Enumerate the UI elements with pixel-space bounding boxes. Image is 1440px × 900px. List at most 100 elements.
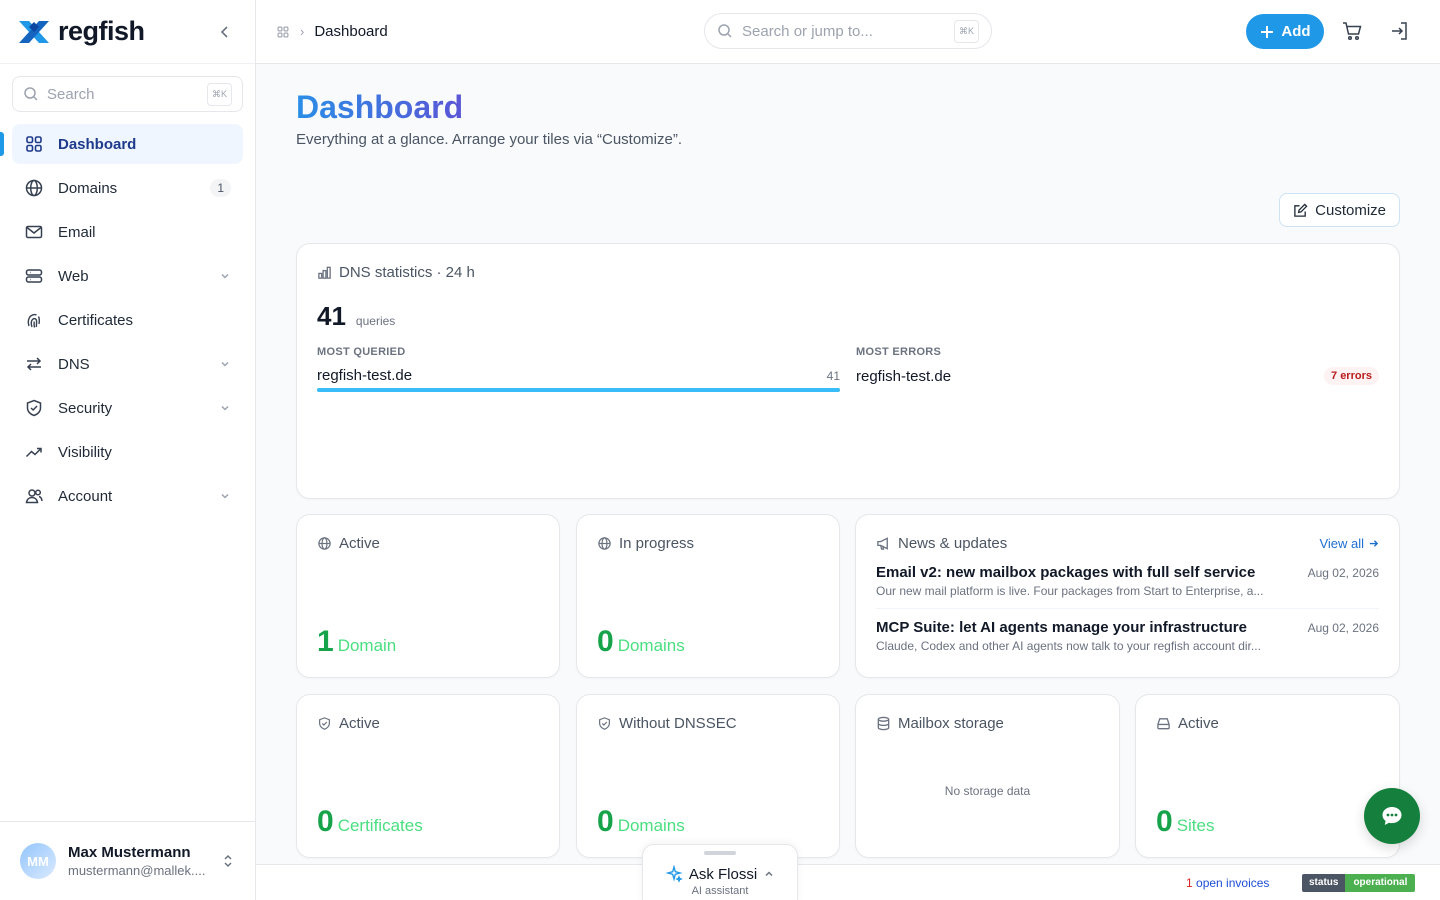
sidebar-item-dashboard[interactable]: Dashboard [0,124,243,164]
open-invoices-link[interactable]: 1 open invoices [1186,876,1269,890]
users-icon [25,489,43,504]
logout-button[interactable] [1387,18,1413,44]
card-title: Active [339,535,380,552]
sidebar-item-label: Domains [58,179,118,197]
sidebar-item-security[interactable]: Security [12,388,243,428]
most-errors-column: MOST ERRORS regfish-test.de 7 errors [856,346,1379,392]
in-progress-domains-tile[interactable]: In progress 0 Domains [576,514,840,678]
database-icon [877,716,890,731]
query-unit: queries [355,314,396,328]
mailbox-storage-tile[interactable]: Mailbox storage No storage data [855,694,1120,858]
brand-bar: regfish [0,0,255,64]
status-label: status [1302,874,1346,892]
sidebar: regfish Search ⌘K Dashboard Domains 1 Em… [0,0,256,900]
chevron-up-icon [765,871,773,877]
stat-value: 0 Sites [1156,805,1214,839]
card-header: Active [1156,715,1379,732]
stat-unit: Certificates [337,816,423,835]
news-body: Email v2: new mailbox packages with full… [876,564,1296,598]
stat-unit: Sites [1176,816,1215,835]
user-menu[interactable]: MM Max Mustermann mustermann@mallek.... [0,821,255,900]
sidebar-search[interactable]: Search ⌘K [12,76,243,112]
globe-icon [598,537,611,550]
regfish-logo[interactable]: regfish [16,16,145,47]
view-all-label: View all [1319,536,1364,551]
domains-count-badge: 1 [210,179,231,197]
sidebar-item-visibility[interactable]: Visibility [12,432,243,472]
globe-icon [25,179,43,197]
arrows-exchange-icon [26,357,42,371]
drag-handle[interactable] [704,851,736,855]
news-body: MCP Suite: let AI agents manage your inf… [876,619,1296,653]
sidebar-item-label: Certificates [58,311,134,329]
sidebar-item-account[interactable]: Account [12,476,243,516]
chevron-down-icon [221,361,229,367]
stat-unit: Domain [337,636,397,655]
stat-unit: Domains [617,636,685,655]
chevron-up-down-icon [224,854,232,868]
breadcrumb: › Dashboard [276,23,388,40]
news-item[interactable]: MCP Suite: let AI agents manage your inf… [876,608,1379,653]
global-search-shortcut: ⌘K [953,19,979,43]
shield-check-icon [599,717,610,730]
chat-support-button[interactable] [1364,788,1420,844]
news-title: Email v2: new mailbox packages with full… [876,564,1256,581]
card-header: In progress [597,535,819,552]
dashboard-grid-icon [26,136,42,152]
assistant-title: Ask Flossi [688,865,758,883]
search-icon [718,24,732,38]
stat-value: 0 Certificates [317,805,423,839]
most-queried-count: 41 [826,368,840,383]
customize-label: Customize [1315,201,1386,219]
chevron-left-icon [220,25,228,38]
megaphone-icon [877,537,888,550]
customize-button[interactable]: Customize [1279,193,1400,227]
card-header: Active [317,715,539,732]
main-content: Dashboard Everything at a glance. Arrang… [296,64,1400,858]
status-value: operational [1345,874,1416,892]
user-email: mustermann@mallek.... [68,863,206,878]
dashboard-grid-icon[interactable] [276,25,290,39]
topbar: › Dashboard Search or jump to... ⌘K Add [256,0,1440,64]
without-dnssec-tile[interactable]: Without DNSSEC 0 Domains [576,694,840,858]
cart-button[interactable] [1339,18,1365,44]
sidebar-nav: Dashboard Domains 1 Email Web Certificat… [0,124,255,516]
add-button[interactable]: Add [1246,14,1324,49]
error-count-badge: 7 errors [1324,367,1379,385]
card-header: Active [317,535,539,552]
query-total: 41 queries [317,301,1379,332]
sidebar-item-label: Account [58,487,113,505]
card-title: Active [339,715,380,732]
sidebar-item-email[interactable]: Email [12,212,243,252]
dns-columns: MOST QUERIED regfish-test.de 41 MOST ERR… [317,346,1379,392]
sidebar-item-domains[interactable]: Domains 1 [12,168,243,208]
most-errors-row[interactable]: regfish-test.de 7 errors [856,367,1379,385]
news-date: Aug 02, 2026 [1307,566,1379,580]
footer-bar: 1 open invoices status operational [256,864,1440,900]
sidebar-item-web[interactable]: Web [12,256,243,296]
most-errors-label: MOST ERRORS [856,346,942,358]
global-search-input[interactable]: Search or jump to... ⌘K [704,13,992,49]
view-all-link[interactable]: View all [1319,536,1379,551]
stat-unit: Domains [617,816,685,835]
card-title: In progress [619,535,695,552]
news-item[interactable]: Email v2: new mailbox packages with full… [876,564,1379,598]
breadcrumb-separator: › [300,24,305,39]
active-certificates-tile[interactable]: Active 0 Certificates [296,694,560,858]
active-domains-tile[interactable]: Active 1 Domain [296,514,560,678]
card-title: DNS statistics · 24 h [339,264,475,281]
trending-up-icon [25,447,42,458]
sidebar-search-shortcut: ⌘K [206,82,232,106]
status-badge[interactable]: status operational [1302,874,1416,892]
collapse-sidebar-button[interactable] [211,18,239,46]
active-sites-tile[interactable]: Active 0 Sites [1135,694,1400,858]
news-description: Our new mail platform is live. Four pack… [876,584,1264,598]
ask-flossi-panel-toggle[interactable]: Ask Flossi AI assistant [642,844,798,900]
sidebar-item-label: Email [58,223,96,241]
sidebar-item-dns[interactable]: DNS [12,344,243,384]
stat-number: 1 [317,625,334,658]
card-title: Without DNSSEC [619,715,737,732]
most-queried-row[interactable]: regfish-test.de 41 [317,367,840,384]
sidebar-item-certificates[interactable]: Certificates [12,300,243,340]
card-title: Mailbox storage [898,715,1004,732]
